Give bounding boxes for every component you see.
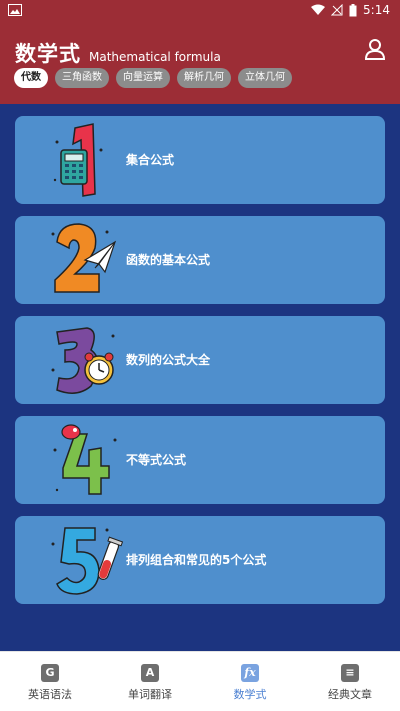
nav-word-translation[interactable]: A 单词翻译 [100,652,200,711]
number-3-alarm-clock-icon [51,327,115,394]
page-title: 数学式 [15,42,81,66]
card-set-formulas[interactable]: 集合公式 [15,116,385,204]
signal-off-icon [331,4,343,16]
number-5-test-tube-icon [51,527,124,595]
nav-label: 单词翻译 [128,688,172,701]
number-2-paper-plane-icon [51,223,117,293]
number-1-calculator-icon [53,123,103,197]
nav-label: 经典文章 [328,688,372,701]
card-inequality-formulas[interactable]: 不等式公式 [15,416,385,504]
tab-vector[interactable]: 向量运算 [116,68,170,88]
status-time: 5:14 [363,3,390,17]
card-function-formulas[interactable]: 函数的基本公式 [15,216,385,304]
card-sequence-formulas[interactable]: 数列的公式大全 [15,316,385,404]
tab-analytic-geometry[interactable]: 解析几何 [177,68,231,88]
status-indicators: 5:14 [311,3,390,17]
card-label: 不等式公式 [126,453,187,467]
article-icon: ≡ [341,664,359,682]
tab-trigonometry[interactable]: 三角函数 [55,68,109,88]
card-label: 排列组合和常见的5个公式 [126,553,267,567]
status-bar: 5:14 [0,0,400,22]
page-title-row: 数学式 Mathematical formula [15,38,221,68]
nav-math-formula[interactable]: fx 数学式 [200,652,300,711]
battery-icon [349,3,357,16]
tab-solid-geometry[interactable]: 立体几何 [238,68,292,88]
gallery-notification-icon [8,4,22,16]
nav-classic-articles[interactable]: ≡ 经典文章 [300,652,400,711]
nav-english-grammar[interactable]: G 英语语法 [0,652,100,711]
nav-label: 英语语法 [28,688,72,701]
grammar-icon: G [41,664,59,682]
formula-fx-icon: fx [241,664,259,682]
formula-card-list: 集合公式 函数的基本公式 数列的公式大全 不等式公式 排列组合和常见的5个公式 [15,116,385,616]
nav-label: 数学式 [233,688,267,701]
card-label: 集合公式 [126,153,175,167]
card-permutation-formulas[interactable]: 排列组合和常见的5个公式 [15,516,385,604]
tab-algebra[interactable]: 代数 [14,68,48,88]
card-label: 函数的基本公式 [126,253,211,267]
bottom-navigation: G 英语语法 A 单词翻译 fx 数学式 ≡ 经典文章 [0,651,400,711]
wifi-icon [311,4,326,15]
page-subtitle: Mathematical formula [89,50,221,64]
number-4-icon [53,424,117,495]
category-tabs: 代数 三角函数 向量运算 解析几何 立体几何 [14,68,292,88]
app-header: 5:14 数学式 Mathematical formula 代数 三角函数 向量… [0,0,400,104]
translate-icon: A [141,664,159,682]
user-profile-icon[interactable] [364,38,386,60]
card-label: 数列的公式大全 [126,353,211,367]
